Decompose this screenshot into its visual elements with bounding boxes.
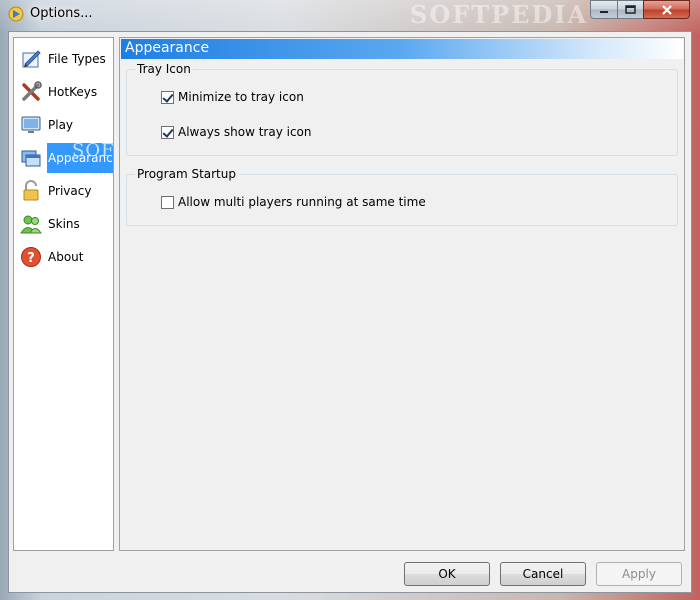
svg-text:?: ? — [27, 251, 35, 266]
close-icon — [661, 4, 672, 15]
nav-label: Play — [48, 118, 74, 132]
panel-header: Appearance — [121, 39, 683, 59]
group-title: Tray Icon — [135, 62, 193, 76]
ok-button[interactable]: OK — [404, 562, 490, 586]
minimize-icon — [600, 10, 608, 13]
group-program-startup: Program Startup Allow multi players runn… — [126, 167, 678, 226]
allow-multi-players-checkbox[interactable]: Allow multi players running at same time — [161, 195, 426, 209]
nav-item-privacy[interactable]: Privacy — [14, 176, 113, 206]
file-types-icon — [22, 50, 41, 68]
checkbox-box[interactable] — [161, 125, 174, 139]
apply-button[interactable]: Apply — [596, 562, 682, 586]
minimize-to-tray-checkbox[interactable]: Minimize to tray icon — [161, 90, 304, 104]
group-tray-icon: Tray Icon Minimize to tray icon Always s… — [126, 62, 678, 156]
maximize-button[interactable] — [617, 0, 644, 19]
lock-icon — [23, 180, 39, 201]
checkbox-label: Allow multi players running at same time — [178, 195, 426, 209]
app-icon — [8, 6, 24, 22]
appearance-icon — [21, 150, 41, 167]
nav-label: About — [48, 250, 84, 264]
panel-title: Appearance — [125, 40, 210, 56]
window-title: Options... — [30, 6, 93, 21]
options-window: Options... SOFTPEDIA File Types HotKeys … — [0, 0, 700, 600]
nav-item-hotkeys[interactable]: HotKeys — [14, 77, 113, 107]
nav-item-file-types[interactable]: File Types — [14, 44, 113, 74]
dialog-client-area: File Types HotKeys Play Appearance Priva… — [8, 31, 692, 593]
hotkeys-icon — [22, 81, 42, 101]
nav-label: HotKeys — [48, 85, 98, 99]
watermark: SOFTPEDIA — [410, 0, 589, 29]
nav-item-about[interactable]: ? About — [14, 242, 113, 272]
nav-label: File Types — [48, 52, 106, 66]
watermark: SOFTPEDIA — [72, 140, 114, 161]
maximize-icon — [625, 5, 636, 14]
category-list: File Types HotKeys Play Appearance Priva… — [13, 37, 114, 551]
checkbox-label: Always show tray icon — [178, 125, 312, 139]
nav-label: Privacy — [48, 184, 92, 198]
users-icon — [20, 215, 42, 234]
minimize-button[interactable] — [590, 0, 618, 19]
cancel-button[interactable]: Cancel — [500, 562, 586, 586]
group-title: Program Startup — [135, 167, 238, 181]
nav-label: Skins — [48, 217, 80, 231]
nav-item-skins[interactable]: Skins — [14, 209, 113, 239]
help-icon: ? — [21, 247, 41, 267]
monitor-icon — [21, 116, 41, 133]
checkbox-box[interactable] — [161, 90, 174, 104]
settings-panel: Appearance Tray Icon Minimize to tray ic… — [119, 37, 685, 551]
checkbox-box[interactable] — [161, 195, 174, 209]
close-button[interactable] — [643, 0, 690, 19]
always-show-tray-checkbox[interactable]: Always show tray icon — [161, 125, 312, 139]
title-bar[interactable]: Options... SOFTPEDIA — [0, 0, 700, 30]
checkbox-label: Minimize to tray icon — [178, 90, 304, 104]
nav-item-play[interactable]: Play — [14, 110, 113, 140]
